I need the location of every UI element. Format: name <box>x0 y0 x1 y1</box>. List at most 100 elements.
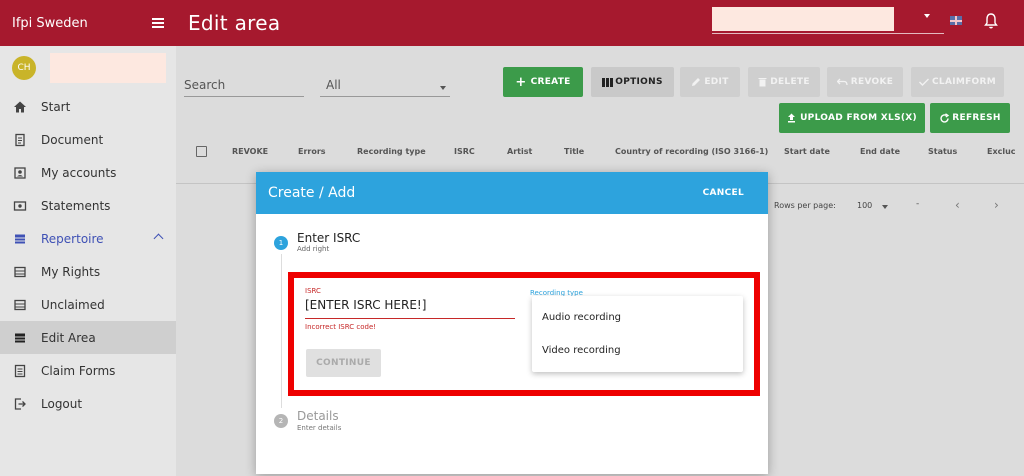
column-header[interactable]: Excluc <box>987 147 1016 156</box>
avatar[interactable]: CH <box>12 56 36 80</box>
options-button[interactable]: OPTIONS <box>591 67 674 97</box>
edit-button[interactable]: EDIT <box>680 67 740 97</box>
sidebar-item-label: Unclaimed <box>41 297 105 312</box>
document-icon <box>15 133 25 146</box>
recording-type-dropdown: Audio recording Video recording <box>532 296 743 372</box>
chevron-left-icon[interactable]: ‹ <box>955 198 960 212</box>
sidebar-item-unclaimed[interactable]: Unclaimed <box>0 288 176 321</box>
pagination-range: - <box>916 199 920 209</box>
upload-button-label: UPLOAD FROM XLS(X) <box>800 113 917 123</box>
column-header[interactable]: Artist <box>507 147 532 156</box>
caret-down-icon[interactable] <box>440 86 446 90</box>
chevron-right-icon[interactable]: › <box>994 198 999 212</box>
sidebar-item-document[interactable]: Document <box>0 123 176 156</box>
claimform-button-label: CLAIMFORM <box>932 77 996 87</box>
delete-button[interactable]: DELETE <box>748 67 820 97</box>
brand-name: Ifpi Sweden <box>12 15 88 31</box>
sidebar-item-edit-area[interactable]: Edit Area <box>0 321 176 354</box>
brand: Ifpi Sweden <box>0 0 176 46</box>
account-select-underline <box>712 33 944 34</box>
sidebar-item-my-rights[interactable]: My Rights <box>0 255 176 288</box>
refresh-icon <box>940 112 950 123</box>
create-add-dialog: Create / Add CANCEL 1 Enter ISRC Add rig… <box>256 172 768 474</box>
columns-icon <box>602 77 614 87</box>
sidebar-item-label: Document <box>41 132 104 147</box>
bell-icon[interactable] <box>983 12 999 30</box>
sidebar-item-label: Repertoire <box>41 231 104 246</box>
create-button[interactable]: + CREATE <box>503 67 583 97</box>
uk-flag-icon[interactable] <box>950 16 962 25</box>
edit-button-label: EDIT <box>704 77 729 87</box>
column-header[interactable]: Title <box>564 147 584 156</box>
options-button-label: OPTIONS <box>615 77 663 87</box>
search-underline <box>184 96 304 97</box>
sidebar-item-label: Edit Area <box>41 330 96 345</box>
step-1-title: Enter ISRC <box>297 231 361 245</box>
list-icon <box>15 333 25 342</box>
sidebar-item-claim-forms[interactable]: Claim Forms <box>0 354 176 387</box>
continue-button[interactable]: CONTINUE <box>306 349 381 377</box>
list-icon <box>14 299 26 310</box>
rows-per-page-select[interactable]: 100 <box>857 201 872 210</box>
step-1-indicator: 1 <box>274 236 288 250</box>
sidebar: CH Start Document My accounts Statements… <box>0 46 176 476</box>
check-icon <box>919 78 929 86</box>
upload-button[interactable]: UPLOAD FROM XLS(X) <box>779 103 925 133</box>
sidebar-item-my-accounts[interactable]: My accounts <box>0 156 176 189</box>
caret-down-icon[interactable] <box>924 14 930 18</box>
sidebar-item-label: Claim Forms <box>41 363 116 378</box>
user-header: CH <box>0 46 176 90</box>
isrc-field-label: ISRC <box>305 287 321 295</box>
delete-button-label: DELETE <box>770 77 810 87</box>
page-title: Edit area <box>188 11 281 35</box>
top-bar: Ifpi Sweden Edit area <box>0 0 1024 46</box>
isrc-error-message: Incorrect ISRC code! <box>305 323 377 331</box>
sidebar-item-label: Statements <box>41 198 111 213</box>
claimform-button[interactable]: CLAIMFORM <box>911 67 1004 97</box>
step-connector <box>281 254 282 408</box>
pencil-icon <box>692 78 701 86</box>
rows-per-page-label: Rows per page: <box>774 201 836 210</box>
step-1-subtitle: Add right <box>297 245 330 253</box>
repertoire-icon <box>15 234 25 243</box>
logout-icon <box>14 397 26 410</box>
revoke-button[interactable]: REVOKE <box>827 67 903 97</box>
undo-icon <box>836 78 848 86</box>
chevron-up-icon[interactable] <box>153 233 164 244</box>
column-header[interactable]: Recording type <box>357 147 426 156</box>
caret-down-icon[interactable] <box>882 205 888 209</box>
accounts-icon <box>14 166 26 179</box>
account-select[interactable] <box>712 7 894 31</box>
sidebar-item-start[interactable]: Start <box>0 90 176 123</box>
step-2-subtitle: Enter details <box>297 424 342 432</box>
option-audio-recording[interactable]: Audio recording <box>532 301 743 334</box>
column-header[interactable]: Errors <box>298 147 326 156</box>
isrc-input[interactable]: [ENTER ISRC HERE!] <box>305 298 426 312</box>
sidebar-item-repertoire[interactable]: Repertoire <box>0 222 176 255</box>
hamburger-menu-icon[interactable] <box>152 18 164 28</box>
list-icon <box>14 266 26 277</box>
home-icon <box>14 101 26 112</box>
revoke-button-label: REVOKE <box>850 77 894 87</box>
search-input[interactable]: Search <box>184 78 225 92</box>
column-header[interactable]: ISRC <box>454 147 475 156</box>
user-name <box>50 53 166 83</box>
column-header[interactable]: Country of recording (ISO 3166-1) <box>615 147 768 156</box>
column-header[interactable]: REVOKE <box>232 147 268 156</box>
statements-icon <box>13 200 27 211</box>
cancel-button[interactable]: CANCEL <box>703 188 744 198</box>
table-header: REVOKE Errors Recording type ISRC Artist… <box>176 140 1024 164</box>
filter-select[interactable]: All <box>326 78 341 92</box>
trash-icon <box>758 78 767 87</box>
column-header[interactable]: Start date <box>784 147 830 156</box>
option-video-recording[interactable]: Video recording <box>532 334 743 367</box>
sidebar-item-logout[interactable]: Logout <box>0 387 176 420</box>
create-button-label: CREATE <box>530 77 571 87</box>
column-header[interactable]: Status <box>928 147 957 156</box>
column-header[interactable]: End date <box>860 147 900 156</box>
refresh-button-label: REFRESH <box>952 113 1001 123</box>
refresh-button[interactable]: REFRESH <box>930 103 1010 133</box>
sidebar-item-statements[interactable]: Statements <box>0 189 176 222</box>
dialog-header: Create / Add CANCEL <box>256 172 768 214</box>
isrc-input-underline <box>305 318 515 319</box>
